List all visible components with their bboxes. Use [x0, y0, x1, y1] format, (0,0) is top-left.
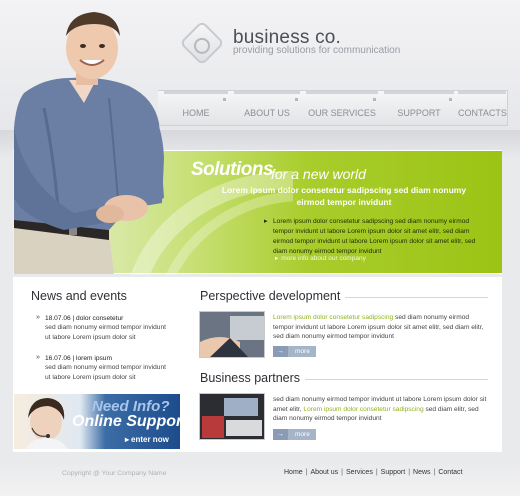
hero-more-label: more info about our company — [281, 255, 366, 262]
brand-tagline: providing solutions for communication — [233, 45, 401, 56]
footer-link-support[interactable]: Support — [381, 469, 406, 476]
arrow-icon: → — [273, 429, 288, 440]
footer-separator: | — [433, 469, 436, 476]
banner-subheading: Online Support — [72, 413, 188, 430]
footer-link-news[interactable]: News — [413, 469, 431, 476]
nav-services-label: OUR SERVICES — [308, 108, 376, 118]
perspective-more-button[interactable]: → more — [273, 346, 316, 357]
news-body: sed diam nonumy eirmod tempor invidunt u… — [45, 324, 166, 341]
hero-bullet-text: Lorem ipsum dolor consetetur sadipscing … — [264, 217, 476, 257]
perspective-highlight[interactable]: Lorem ipsum dolor consetetur sadipscing — [273, 314, 393, 321]
nav-our-services[interactable]: OUR SERVICES — [306, 91, 378, 125]
footer-separator: | — [341, 469, 343, 476]
hero-title: Solutions — [191, 159, 274, 180]
perspective-title: Perspective development — [200, 289, 341, 303]
arrow-icon: → — [273, 346, 288, 357]
footer-separator: | — [305, 469, 308, 476]
footer-link-services[interactable]: Services — [346, 469, 373, 476]
nav-dot-icon — [373, 98, 376, 101]
footer-nav: Home | About us | Services | Support | News | Cont… — [284, 469, 462, 476]
partners-title: Business partners — [200, 371, 301, 385]
nav-contacts[interactable]: CONTACTS — [458, 91, 507, 125]
copyright: Copyright @ Your Company Name — [62, 470, 167, 477]
nav-home-label: HOME — [182, 108, 210, 118]
nav-contacts-label: CONTACTS — [458, 108, 507, 118]
main-nav: HOME ABOUT US OUR SERVICES SUPPORT CONTA… — [158, 90, 508, 126]
nav-home[interactable]: HOME — [164, 91, 228, 125]
partners-highlight[interactable]: Lorem ipsum dolor consetetur sadipscing — [303, 406, 423, 413]
partners-text: sed diam nonumy eirmod tempor invidunt u… — [273, 395, 490, 424]
perspective-text: Lorem ipsum dolor consetetur sadipscing … — [273, 313, 490, 342]
nav-dot-icon — [295, 98, 298, 101]
news-title: News and events — [31, 289, 127, 303]
footer-separator: | — [375, 469, 378, 476]
hero-more-link[interactable]: ▸ more info about our company — [275, 254, 366, 262]
footer-separator: | — [408, 469, 411, 476]
hero-subtitle: Lorem ipsum dolor consetetur sadipscing … — [221, 185, 467, 207]
arrow-icon: ▸ — [125, 435, 130, 444]
nav-about-us[interactable]: ABOUT US — [234, 91, 300, 125]
nav-about-label: ABOUT US — [244, 108, 290, 118]
enter-now-link[interactable]: ▸ enter now — [125, 435, 169, 444]
arrow-icon: ▸ — [275, 255, 279, 262]
footer-link-about[interactable]: About us — [311, 469, 339, 476]
businessman-photo — [14, 12, 164, 274]
divider — [345, 297, 488, 298]
news-date[interactable]: 18.07.06 | dolor consetetur — [36, 314, 123, 322]
partners-thumbnail[interactable] — [199, 393, 265, 440]
nav-dot-icon — [449, 98, 452, 101]
partners-more-button[interactable]: → more — [273, 429, 316, 440]
nav-dot-icon — [223, 98, 226, 101]
nav-support[interactable]: SUPPORT — [384, 91, 454, 125]
enter-now-label: enter now — [131, 435, 169, 444]
partners-more-label: more — [295, 431, 310, 438]
nav-support-label: SUPPORT — [397, 108, 441, 118]
divider — [305, 379, 488, 380]
footer-link-contact[interactable]: Contact — [438, 469, 462, 476]
perspective-thumbnail[interactable] — [199, 311, 265, 358]
news-body: sed diam nonumy eirmod tempor invidunt u… — [45, 364, 166, 381]
news-date[interactable]: 16.07.06 | lorem ipsum — [36, 354, 112, 362]
hero-title-suffix: for a new world — [271, 166, 366, 182]
perspective-more-label: more — [295, 348, 310, 355]
footer-link-home[interactable]: Home — [284, 469, 303, 476]
